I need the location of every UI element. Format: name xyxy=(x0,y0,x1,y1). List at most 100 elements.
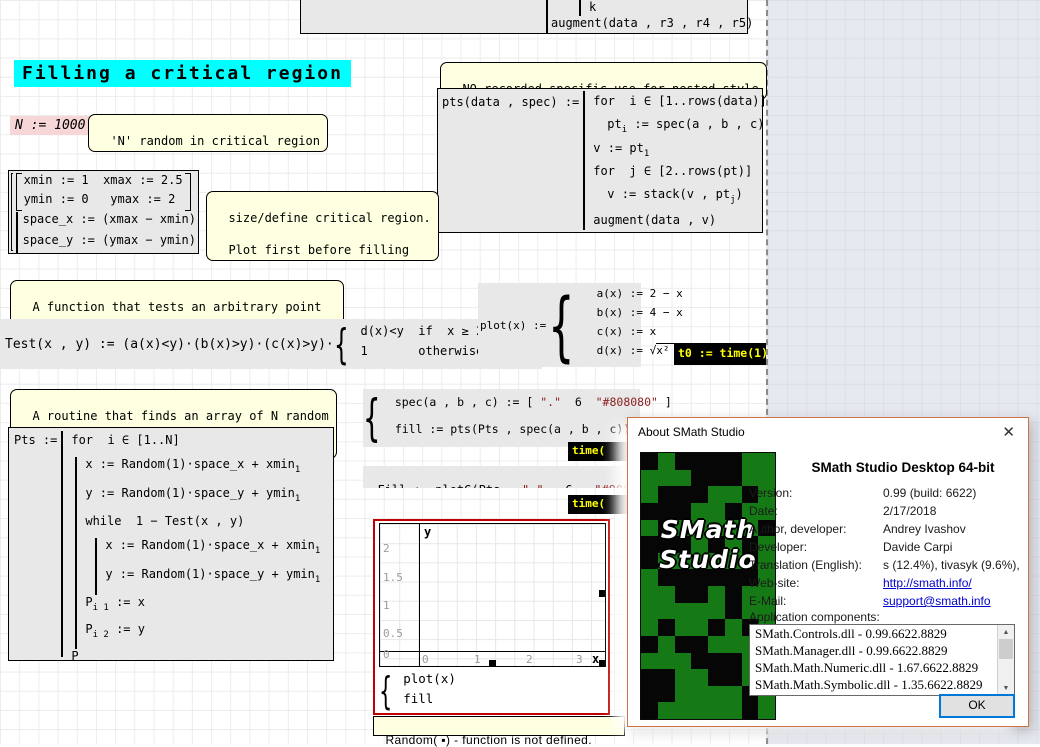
label-version: Version: xyxy=(749,486,792,500)
matrix-bracket-right xyxy=(185,173,191,211)
component-item[interactable]: SMath.Math.Symbolic.dll - 1.35.6622.8829 xyxy=(750,676,1014,693)
legend-brace: { xyxy=(379,671,403,711)
formula-augment: augment(data , r3 , r4 , r5) xyxy=(551,16,753,30)
y-tick-1-5: 1.5 xyxy=(383,571,403,584)
email-link[interactable]: support@smath.info xyxy=(883,594,991,608)
region-xmin-xmax: xmin := 1 xmax := 2.5 xyxy=(24,173,183,192)
pts-line-stack: v := stack(v , ptj) xyxy=(593,187,766,213)
error-message: Random( ▪) - function is not defined. xyxy=(373,716,625,736)
plotdef-c: c(x) := x xyxy=(597,325,696,344)
label-author: Author, developer: xyxy=(749,522,846,536)
plotdef-b: b(x) := 4 − x xyxy=(597,306,696,325)
plot-expression-list[interactable]: { plot(x) fill xyxy=(379,671,456,711)
plotdef-brace: { xyxy=(548,285,596,365)
routine-x2: x := Random(1)·space_x + xmin1 xyxy=(105,538,320,567)
routine-p1: Pi 1 := x xyxy=(85,595,320,622)
components-label: Application components: xyxy=(749,610,880,624)
x-tick-0: 0 xyxy=(422,653,429,666)
x-tick-3: 3 xyxy=(576,653,583,666)
pts-line-pt: pti := spec(a , b , c) xyxy=(593,117,766,141)
plot-definition-block[interactable]: plot(x) := { a(x) := 2 − x b(x) := 4 − x… xyxy=(478,283,641,367)
scroll-thumb[interactable] xyxy=(999,639,1013,659)
plot-expression-2: fill xyxy=(403,691,456,711)
dialog-title: About SMath Studio xyxy=(638,425,745,439)
label-translation: Translation (English): xyxy=(749,558,862,572)
resize-handle-right[interactable] xyxy=(599,590,606,597)
plot-region[interactable]: y x 2 1.5 1 0.5 0 0 1 2 3 { plot(x) fill xyxy=(373,519,610,715)
label-date: Date: xyxy=(749,504,778,518)
label-developer: Developer: xyxy=(749,540,807,554)
routine-while: while 1 − Test(x , y) xyxy=(85,514,320,538)
resize-handle-bottom[interactable] xyxy=(489,660,496,667)
listbox-scrollbar[interactable]: ▲ ▼ xyxy=(997,625,1014,695)
components-listbox[interactable]: SMath.Controls.dll - 0.99.6622.8829 SMat… xyxy=(749,624,1015,696)
value-date: 2/17/2018 xyxy=(883,504,936,518)
close-icon[interactable]: ✕ xyxy=(1002,423,1015,441)
y-tick-0: 0 xyxy=(383,648,390,661)
time-box-1[interactable]: time( xyxy=(568,442,627,461)
test-case1: d(x)<y if x ≥ 2 xyxy=(360,324,483,344)
x-tick-1: 1 xyxy=(474,653,481,666)
component-item[interactable]: SMath.Manager.dll - 0.99.6622.8829 xyxy=(750,642,1014,659)
y-tick-1: 1 xyxy=(383,599,390,612)
time-box-2[interactable]: time( xyxy=(568,495,627,514)
dialog-titlebar[interactable]: About SMath Studio ✕ xyxy=(628,418,1028,446)
pts-line-for2: for j ∈ [2..rows(pt)] xyxy=(593,164,766,187)
value-author: Andrey Ivashov xyxy=(883,522,966,536)
routine-y2: y := Random(1)·space_y + ymin1 xyxy=(105,567,320,595)
about-dialog[interactable]: About SMath Studio ✕ SMath Studio SMath … xyxy=(627,417,1029,727)
pts-line-for1: for i ∈ [1..rows(data)] xyxy=(593,91,766,117)
pts-head: pts(data , spec) := xyxy=(438,89,583,232)
routine-x1: x := Random(1)·space_x + xmin1 xyxy=(85,457,320,486)
plot-canvas[interactable]: y x 2 1.5 1 0.5 0 0 1 2 3 xyxy=(379,523,606,667)
website-link[interactable]: http://smath.info/ xyxy=(883,576,972,590)
pts-function-block[interactable]: pts(data , spec) := for i ∈ [1..rows(dat… xyxy=(437,88,763,233)
region-space-y: space_y := (ymax − ymin) xyxy=(16,233,196,253)
system-bracket-left xyxy=(11,173,13,251)
routine-for: for i ∈ [1..N] xyxy=(71,431,320,457)
test-case2: 1 otherwise xyxy=(360,344,483,364)
routine-return: P xyxy=(71,649,320,667)
formula-k: k xyxy=(589,0,596,14)
ok-button[interactable]: OK xyxy=(939,694,1015,718)
component-item[interactable]: SMath.Controls.dll - 0.99.6622.8829 xyxy=(750,625,1014,642)
t0-time-box[interactable]: t0 := time(1) xyxy=(674,343,766,365)
value-translation: s (12.4%), tivasyk (9.6%), xyxy=(883,558,1020,572)
pts-routine-block[interactable]: Pts := for i ∈ [1..N] x := Random(1)·spa… xyxy=(8,427,334,661)
resize-handle-corner[interactable] xyxy=(599,660,606,667)
label-website: Web-site: xyxy=(749,576,799,590)
value-version: 0.99 (build: 6622) xyxy=(883,486,976,500)
y-tick-0-5: 0.5 xyxy=(383,627,403,640)
pts-line-v: v := pt1 xyxy=(593,141,766,164)
fill-plotg-line[interactable]: Fill := plotG(Pts , "." , 6 , "#8080 xyxy=(363,466,627,488)
region-space-x: space_x := (xmax − xmin) xyxy=(16,212,196,233)
dialog-heading: SMath Studio Desktop 64-bit xyxy=(780,460,1026,475)
x-axis xyxy=(380,651,605,652)
routine-y1: y := Random(1)·space_y + ymin1 xyxy=(85,486,320,514)
note-size-define[interactable]: size/define critical region. Plot first … xyxy=(206,191,439,261)
top-formula-block[interactable]: k augment(data , r3 , r4 , r5) xyxy=(300,0,748,34)
y-axis xyxy=(419,524,420,666)
y-tick-2: 2 xyxy=(383,542,390,555)
plotdef-head: plot(x) := xyxy=(478,319,548,332)
test-formula[interactable]: Test(x , y) := (a(x)<y)·(b(x)>y)·(c(x)>y… xyxy=(0,319,542,369)
pts-line-augment: augment(data , v) xyxy=(593,213,766,233)
nested-bar xyxy=(579,0,581,16)
n-definition[interactable]: N := 1000 xyxy=(10,116,90,135)
plot-expression-1: plot(x) xyxy=(403,671,456,691)
y-axis-label: y xyxy=(424,525,431,539)
routine-head: Pts := xyxy=(9,428,61,660)
region-definition-block[interactable]: xmin := 1 xmax := 2.5 ymin := 0 ymax := … xyxy=(8,170,199,254)
component-item[interactable]: SMath.Math.Numeric.dll - 1.67.6622.8829 xyxy=(750,659,1014,676)
region-ymin-ymax: ymin := 0 ymax := 2 xyxy=(24,192,183,211)
scroll-down-icon[interactable]: ▼ xyxy=(998,681,1014,695)
scroll-up-icon[interactable]: ▲ xyxy=(998,625,1014,639)
note-n-random[interactable]: 'N' random in critical region xyxy=(88,114,328,152)
spec-brace: { xyxy=(363,391,395,445)
formula-divider xyxy=(546,0,548,33)
x-tick-2: 2 xyxy=(526,653,533,666)
page-title[interactable]: Filling a critical region xyxy=(14,60,351,87)
test-lhs: Test(x , y) := (a(x)<y)·(b(x)>y)·(c(x)>y… xyxy=(5,337,334,352)
spec-fill-block[interactable]: { spec(a , b , c) := [ "." 6 "#808080" ]… xyxy=(363,389,640,447)
cases-brace: { xyxy=(334,322,361,366)
